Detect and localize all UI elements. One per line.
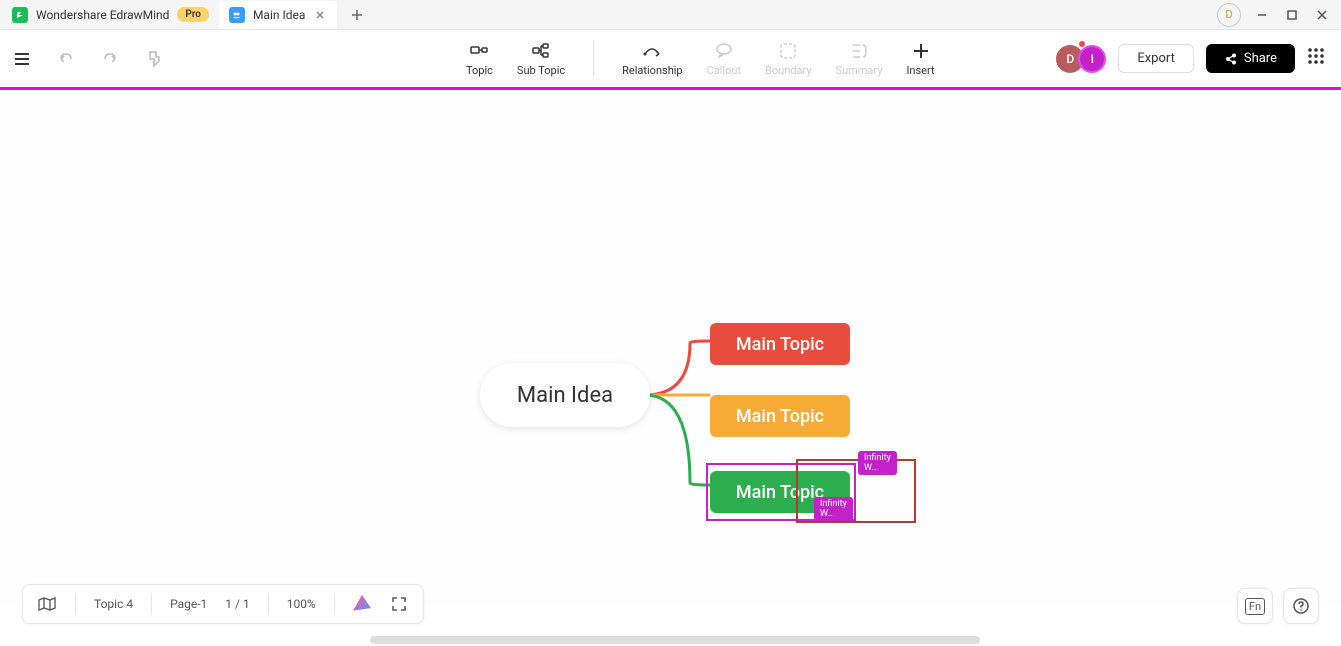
separator: [593, 40, 594, 76]
main-topic-1[interactable]: Main Topic: [710, 323, 850, 365]
theme-color-button[interactable]: [353, 594, 371, 615]
connectors: [640, 323, 720, 523]
presence-dot: [1079, 41, 1085, 47]
topic-icon: [468, 40, 490, 62]
horizontal-scrollbar[interactable]: [370, 636, 980, 644]
app-tab-label: Wondershare EdrawMind: [36, 8, 169, 22]
menu-button[interactable]: [10, 47, 34, 71]
fullscreen-button[interactable]: [389, 594, 409, 614]
minimize-button[interactable]: [1253, 6, 1271, 24]
redo-button[interactable]: [98, 47, 122, 71]
doc-icon: [229, 7, 245, 23]
help-button[interactable]: [1283, 588, 1319, 624]
map-overview-button[interactable]: [37, 594, 57, 614]
edrawmind-icon: [12, 7, 28, 23]
export-button[interactable]: Export: [1118, 44, 1194, 73]
user-avatar[interactable]: D: [1217, 3, 1241, 27]
relationship-tool[interactable]: Relationship: [622, 40, 682, 77]
user-tag-1: Infinity W...: [858, 451, 897, 475]
canvas[interactable]: Main Idea Main Topic Main Topic Main Top…: [0, 93, 1341, 606]
close-window-button[interactable]: [1313, 6, 1331, 24]
callout-tool: Callout: [707, 40, 741, 77]
main-topic-2[interactable]: Main Topic: [710, 395, 850, 437]
document-tab[interactable]: Main Idea: [219, 1, 337, 29]
bottom-bar: Topic 4 Page-1 1 / 1 100%: [22, 584, 424, 624]
zoom-level[interactable]: 100%: [287, 597, 316, 611]
page-number: 1 / 1: [225, 597, 249, 611]
topic-count[interactable]: Topic 4: [94, 597, 133, 611]
fn-button[interactable]: Fn: [1237, 588, 1273, 624]
format-painter-button[interactable]: [142, 47, 166, 71]
relationship-icon: [641, 40, 663, 62]
insert-icon: [910, 40, 932, 62]
apps-grid-button[interactable]: [1307, 47, 1331, 71]
share-icon: [1224, 52, 1238, 66]
undo-button[interactable]: [54, 47, 78, 71]
bottom-right-controls: Fn: [1237, 588, 1319, 624]
window-controls: D: [1217, 3, 1339, 27]
maximize-button[interactable]: [1283, 6, 1301, 24]
collaborator-avatars: D I: [1056, 45, 1106, 73]
subtopic-tool[interactable]: Sub Topic: [517, 40, 565, 77]
subtopic-icon: [530, 40, 552, 62]
document-tab-label: Main Idea: [253, 8, 305, 22]
boundary-tool: Boundary: [765, 40, 811, 77]
close-tab-icon[interactable]: [313, 8, 327, 22]
topic-tool[interactable]: Topic: [466, 40, 493, 77]
collaborator-i[interactable]: I: [1078, 45, 1106, 73]
page-label[interactable]: Page-1: [170, 597, 207, 611]
app-tab[interactable]: Wondershare EdrawMind Pro: [2, 1, 219, 29]
central-topic[interactable]: Main Idea: [480, 363, 650, 427]
insert-tool[interactable]: Insert: [906, 40, 934, 77]
boundary-icon: [777, 40, 799, 62]
share-button[interactable]: Share: [1206, 44, 1295, 73]
pro-badge: Pro: [177, 7, 209, 22]
callout-icon: [713, 40, 735, 62]
tab-bar: Wondershare EdrawMind Pro Main Idea D: [0, 0, 1341, 30]
main-toolbar: Topic Sub Topic Relationship Callout Bou…: [0, 30, 1341, 90]
summary-icon: [848, 40, 870, 62]
add-tab-button[interactable]: [343, 1, 371, 29]
user-tag-2: Infinity W...: [814, 497, 853, 521]
summary-tool: Summary: [836, 40, 883, 77]
